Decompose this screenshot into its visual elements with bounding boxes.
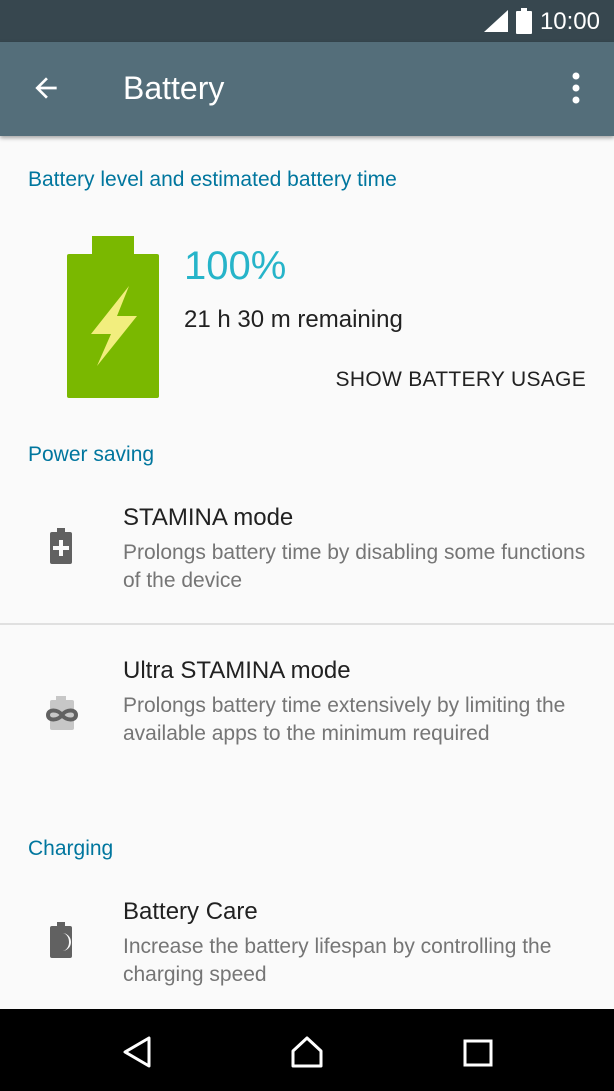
signal-icon xyxy=(484,10,508,32)
app-bar: Battery xyxy=(0,42,614,136)
divider xyxy=(0,623,614,625)
show-battery-usage-button[interactable]: SHOW BATTERY USAGE xyxy=(336,368,586,392)
ultra-stamina-mode-summary: Prolongs battery time extensively by lim… xyxy=(123,694,566,745)
section-header-charging: Charging xyxy=(28,837,114,860)
stamina-mode-item[interactable]: STAMINA mode Prolongs battery time by di… xyxy=(0,490,614,622)
battery-charging-icon xyxy=(67,236,159,398)
battery-remaining: 21 h 30 m remaining xyxy=(184,306,403,333)
stamina-mode-title: STAMINA mode xyxy=(123,504,294,531)
ultra-stamina-mode-item[interactable]: Ultra STAMINA mode Prolongs battery time… xyxy=(0,626,614,796)
battery-care-summary: Increase the battery lifespan by control… xyxy=(123,935,552,986)
recents-nav-icon[interactable] xyxy=(463,1039,493,1067)
navigation-bar xyxy=(0,1009,614,1091)
home-nav-icon[interactable] xyxy=(289,1035,325,1069)
battery-infinity-icon xyxy=(45,696,79,730)
page-title: Battery xyxy=(123,70,225,106)
status-bar: 10:00 xyxy=(0,0,614,42)
battery-plus-icon xyxy=(50,528,72,564)
battery-percent: 100% xyxy=(184,244,287,288)
status-time: 10:00 xyxy=(539,8,600,35)
battery-care-title: Battery Care xyxy=(123,898,258,925)
battery-moon-icon xyxy=(50,922,72,958)
back-arrow-icon[interactable] xyxy=(30,72,62,104)
section-header-battery-level: Battery level and estimated battery time xyxy=(28,168,397,191)
back-nav-icon[interactable] xyxy=(121,1035,153,1069)
stamina-mode-summary: Prolongs battery time by disabling some … xyxy=(123,541,586,592)
battery-care-item[interactable]: Battery Care Increase the battery lifesp… xyxy=(0,884,614,1008)
overflow-menu-icon[interactable] xyxy=(560,70,592,106)
battery-full-icon xyxy=(516,8,532,34)
section-header-power-saving: Power saving xyxy=(28,443,155,466)
ultra-stamina-mode-title: Ultra STAMINA mode xyxy=(123,657,351,684)
